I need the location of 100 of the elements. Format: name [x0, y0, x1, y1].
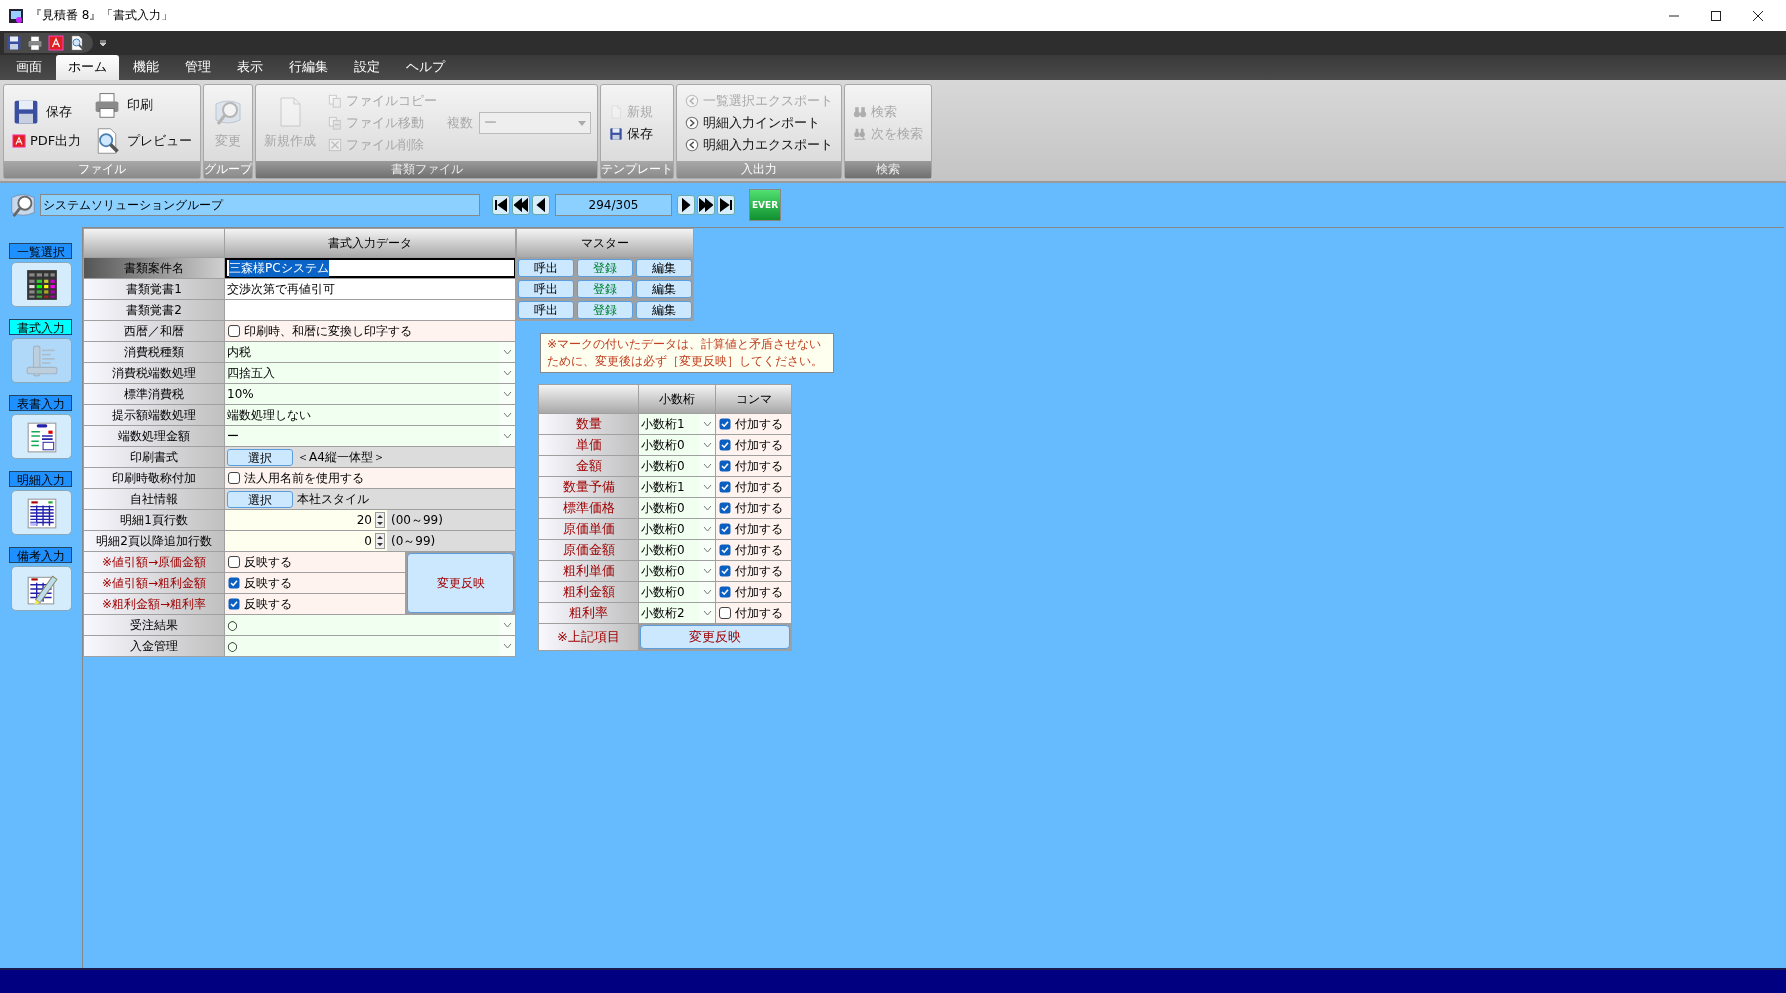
row-label: 粗利金額 [539, 582, 638, 602]
ribbon-button[interactable]: 保存 [607, 124, 656, 144]
section-label: 表書入力 [9, 395, 72, 411]
register-button[interactable]: 登録 [577, 280, 633, 298]
chevron-down-icon [702, 547, 712, 553]
text-field[interactable] [225, 300, 515, 320]
checkbox[interactable]: 付加する [716, 435, 791, 455]
row-label: 粗利率 [539, 603, 638, 623]
ruler-icon [24, 343, 59, 378]
chevron-down-icon [502, 391, 512, 397]
checkbox[interactable]: 法人用名前を使用する [225, 468, 515, 488]
dropdown[interactable]: 小数桁0 [639, 456, 715, 476]
next-page-button[interactable] [697, 195, 715, 215]
select-button[interactable]: 選択 [227, 490, 293, 508]
magnifier-page-icon[interactable] [69, 35, 85, 51]
checkbox[interactable]: 付加する [716, 540, 791, 560]
dropdown[interactable]: 小数桁0 [639, 519, 715, 539]
last-record-button[interactable] [717, 195, 735, 215]
edit-button[interactable]: 編集 [636, 280, 692, 298]
dropdown[interactable]: 四捨五入 [225, 363, 515, 383]
number-field[interactable]: 0 [225, 531, 387, 551]
dropdown[interactable]: 内税 [225, 342, 515, 362]
field-label: 消費税種類 [84, 342, 224, 362]
dropdown[interactable]: 小数桁0 [639, 582, 715, 602]
apply-button[interactable]: 変更反映 [640, 625, 790, 649]
column-header: マスター [517, 229, 693, 257]
dropdown[interactable]: ○ [225, 636, 515, 656]
menu-tab[interactable]: 管理 [173, 55, 223, 80]
register-button[interactable]: 登録 [577, 301, 633, 319]
checkbox-icon [228, 556, 240, 568]
ribbon-button[interactable]: PDF出力 [10, 131, 84, 151]
previous-page-button[interactable] [512, 195, 530, 215]
sidebar-button[interactable] [11, 414, 72, 459]
recall-button[interactable]: 呼出 [518, 280, 574, 298]
checkbox[interactable]: 付加する [716, 519, 791, 539]
ribbon-button[interactable]: 保存 [10, 95, 84, 129]
ribbon-button[interactable]: 明細入力インポート [683, 113, 836, 133]
dropdown[interactable]: 小数桁0 [639, 435, 715, 455]
menu-tab[interactable]: 表示 [225, 55, 275, 80]
copy-icon [328, 94, 343, 108]
dropdown[interactable]: ー [225, 426, 515, 446]
checkbox[interactable]: 付加する [716, 414, 791, 434]
recall-button[interactable]: 呼出 [518, 301, 574, 319]
sidebar-button[interactable] [11, 566, 72, 611]
menu-tab[interactable]: ホーム [56, 55, 119, 80]
dropdown[interactable]: ○ [225, 615, 515, 635]
chevron-down-icon [502, 370, 512, 376]
checkbox[interactable]: 印刷時、和暦に変換し印字する [225, 321, 515, 341]
text-field[interactable]: 三森様PCシステム [225, 258, 515, 278]
window-title: 『見積番 8』「書式入力」 [30, 7, 175, 24]
dropdown[interactable]: 小数桁0 [639, 540, 715, 560]
field-label: 西暦／和暦 [84, 321, 224, 341]
checkbox[interactable]: 反映する [225, 573, 405, 593]
checkbox-icon [719, 607, 731, 619]
ribbon-button[interactable]: 印刷 [91, 88, 195, 122]
checkbox[interactable]: 付加する [716, 456, 791, 476]
first-record-button[interactable] [492, 195, 510, 215]
edit-button[interactable]: 編集 [636, 301, 692, 319]
ribbon-button[interactable]: プレビュー [91, 124, 195, 158]
number-field[interactable]: 20 [225, 510, 387, 530]
previous-record-button[interactable] [532, 195, 550, 215]
menu-tab[interactable]: 行編集 [277, 55, 340, 80]
dropdown[interactable]: 小数桁0 [639, 498, 715, 518]
dropdown[interactable]: 10% [225, 384, 515, 404]
checkbox[interactable]: 付加する [716, 603, 791, 623]
dropdown[interactable]: 小数桁1 [639, 414, 715, 434]
dropdown[interactable]: 小数桁2 [639, 603, 715, 623]
field-label: ※値引額→原価金額 [84, 552, 224, 572]
close-icon[interactable] [1752, 9, 1764, 22]
apply-button[interactable]: 変更反映 [407, 553, 514, 613]
checkbox-icon [719, 586, 731, 598]
checkbox[interactable]: 付加する [716, 477, 791, 497]
menu-tab[interactable]: 機能 [121, 55, 171, 80]
checkbox[interactable]: 反映する [225, 594, 405, 614]
sidebar-button[interactable] [11, 490, 72, 535]
pdf-icon[interactable] [48, 35, 64, 51]
checkbox[interactable]: 反映する [225, 552, 405, 572]
dropdown[interactable]: 小数桁0 [639, 561, 715, 581]
recall-button[interactable]: 呼出 [518, 259, 574, 277]
menu-tab[interactable]: 画面 [4, 55, 54, 80]
register-button[interactable]: 登録 [577, 259, 633, 277]
menu-tab[interactable]: 設定 [342, 55, 392, 80]
checkbox[interactable]: 付加する [716, 561, 791, 581]
printer-icon[interactable] [27, 35, 43, 51]
edit-button[interactable]: 編集 [636, 259, 692, 277]
dropdown[interactable]: 小数桁1 [639, 477, 715, 497]
dropdown[interactable]: 端数処理しない [225, 405, 515, 425]
row-label: 原価金額 [539, 540, 638, 560]
customize-caret-icon[interactable] [99, 39, 107, 47]
checkbox[interactable]: 付加する [716, 582, 791, 602]
group-field[interactable]: システムソリューショングループ [40, 194, 480, 216]
next-record-button[interactable] [677, 195, 695, 215]
menu-tab[interactable]: ヘルプ [394, 55, 457, 80]
maximize-icon[interactable] [1710, 9, 1722, 22]
checkbox[interactable]: 付加する [716, 498, 791, 518]
select-button[interactable]: 選択 [227, 448, 293, 466]
text-field[interactable]: 交渉次第で再値引可 [225, 279, 515, 299]
chevron-down-icon [502, 433, 512, 439]
ribbon-button[interactable]: 明細入力エクスポート [683, 135, 836, 155]
sidebar-button[interactable] [11, 262, 72, 307]
